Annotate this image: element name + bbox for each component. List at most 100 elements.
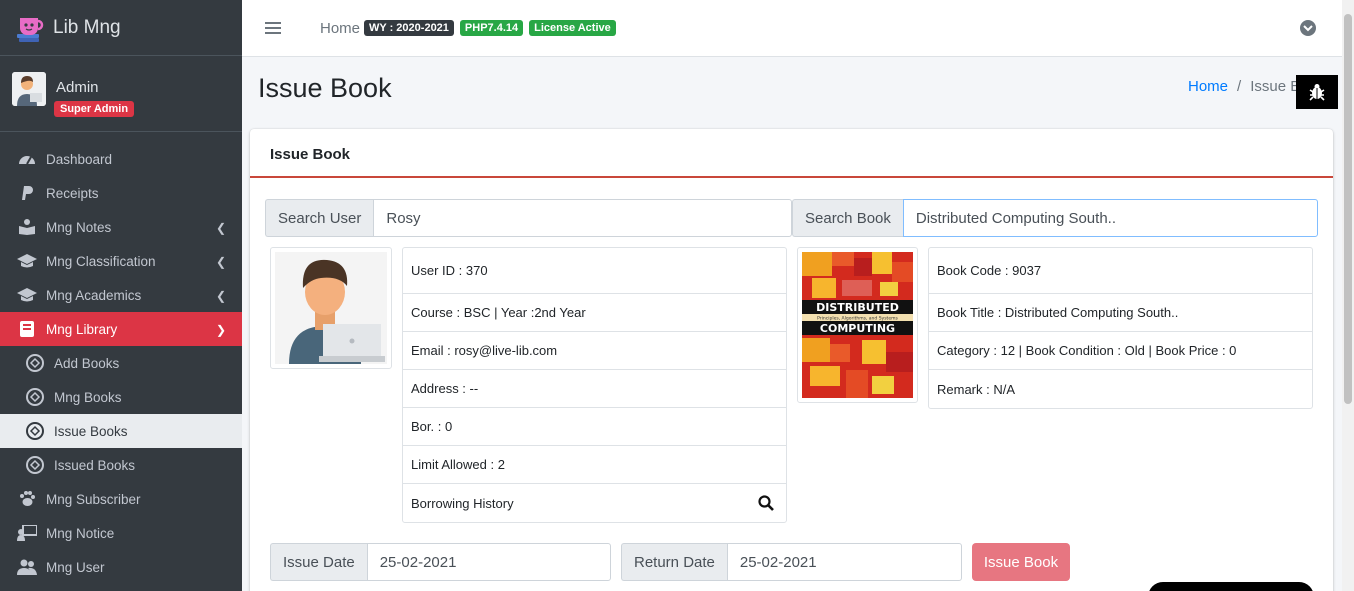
book-code-row: Book Code : 9037 (929, 248, 1312, 294)
gauge-icon (16, 150, 38, 168)
breadcrumb: Home / Issue B (1188, 78, 1300, 95)
sidebar-nav: Dashboard Receipts Mng Notes ❮ Mng Class… (0, 132, 242, 584)
return-date-group: Return Date 25-02-2021 (621, 543, 962, 581)
graduation-cap-icon (16, 252, 38, 270)
sidebar-item-label: Mng Academics (46, 287, 142, 303)
top-home-link[interactable]: Home (320, 20, 360, 37)
breadcrumb-separator: / (1237, 78, 1242, 95)
breadcrumb-home-link[interactable]: Home (1188, 78, 1228, 95)
hamburger-menu-icon[interactable] (265, 22, 281, 34)
category-row: Category : 12 | Book Condition : Old | B… (929, 332, 1312, 370)
sidebar-item-mng-notes[interactable]: Mng Notes ❮ (0, 210, 242, 244)
limit-row: Limit Allowed : 2 (403, 446, 786, 484)
search-user-label: Search User (265, 199, 374, 237)
avatar (12, 72, 46, 106)
chevron-left-icon: ❮ (215, 221, 226, 235)
sidebar-item-label: Dashboard (46, 151, 113, 167)
sidebar-item-mng-library[interactable]: Mng Library ❯ (0, 312, 242, 346)
sidebar-item-mng-notice[interactable]: Mng Notice (0, 516, 242, 550)
issue-book-button[interactable]: Issue Book (972, 543, 1070, 581)
search-book-group: Search Book Distributed Computing South.… (792, 199, 1318, 237)
borrowed-row: Bor. : 0 (403, 408, 786, 446)
circle-link-icon (24, 388, 46, 406)
floating-widget[interactable] (1148, 582, 1314, 591)
page-title: Issue Book (258, 73, 392, 103)
card-title: Issue Book (250, 129, 1333, 178)
circle-link-icon (24, 354, 46, 372)
chevron-left-icon: ❮ (215, 255, 226, 269)
sidebar-item-add-books[interactable]: Add Books (0, 346, 242, 380)
user-avatar-image (275, 252, 387, 364)
user-name: Admin (56, 79, 99, 96)
sidebar-item-label: Mng User (46, 559, 105, 575)
sidebar-item-receipts[interactable]: Receipts (0, 176, 242, 210)
brand[interactable]: Lib Mng (0, 0, 242, 56)
book-cover-subtitle: Principles, Algorithms, and Systems (817, 316, 898, 322)
sidebar-item-label: Mng Subscriber (46, 491, 141, 507)
sidebar-item-label: Issue Books (54, 423, 128, 439)
sidebar-item-label: Receipts (46, 185, 99, 201)
borrowing-history-row[interactable]: Borrowing History (403, 484, 786, 522)
search-book-input[interactable]: Distributed Computing South.. (902, 199, 1318, 237)
email-row: Email : rosy@live-lib.com (403, 332, 786, 370)
book-title-row: Book Title : Distributed Computing South… (929, 294, 1312, 332)
remark-row: Remark : N/A (937, 381, 1016, 397)
users-icon (16, 558, 38, 576)
sidebar-item-issued-books[interactable]: Issued Books (0, 448, 242, 482)
sidebar-item-label: Mng Notice (46, 525, 115, 541)
sidebar-item-dashboard[interactable]: Dashboard (0, 142, 242, 176)
sidebar-item-label: Mng Classification (46, 253, 156, 269)
course-row: Course : BSC | Year :2nd Year (403, 294, 786, 332)
license-badge: License Active (529, 20, 616, 36)
search-book-label: Search Book (792, 199, 903, 237)
graduation-cap-icon (16, 286, 38, 304)
sidebar-item-label: Issued Books (54, 457, 136, 473)
chevron-down-circle-icon[interactable] (1300, 20, 1316, 36)
user-photo (270, 247, 392, 369)
search-icon[interactable] (758, 495, 774, 514)
sidebar-item-label: Mng Books (54, 389, 122, 405)
issue-date-label: Issue Date (270, 543, 367, 581)
book-reader-icon (16, 218, 38, 236)
chalkboard-teacher-icon (16, 524, 38, 542)
sidebar-item-label: Add Books (54, 355, 120, 371)
address-row: Address : -- (403, 370, 786, 408)
bug-report-button[interactable] (1296, 75, 1338, 109)
user-details-list: User ID : 370 Course : BSC | Year :2nd Y… (402, 247, 787, 523)
paypal-icon (16, 184, 38, 202)
bug-icon (1309, 84, 1325, 101)
sidebar-item-mng-books[interactable]: Mng Books (0, 380, 242, 414)
return-date-input[interactable]: 25-02-2021 (726, 543, 962, 581)
brand-title: Lib Mng (53, 16, 121, 38)
book-cover-image: DISTRIBUTED Principles, Algorithms, and … (802, 252, 913, 398)
issue-date-input[interactable]: 25-02-2021 (366, 543, 611, 581)
brand-logo-icon (17, 17, 44, 42)
php-version-badge: PHP7.4.14 (459, 20, 524, 36)
sidebar-item-mng-subscriber[interactable]: Mng Subscriber (0, 482, 242, 516)
book-icon (16, 320, 38, 338)
user-panel[interactable]: Admin Super Admin (0, 56, 242, 132)
search-user-input[interactable]: Rosy (373, 199, 792, 237)
borrowing-history-label: Borrowing History (411, 495, 514, 511)
topbar: Home WY : 2020-2021 PHP7.4.14 License Ac… (242, 0, 1342, 57)
scrollbar-thumb[interactable] (1344, 14, 1352, 404)
chevron-down-icon: ❯ (215, 323, 226, 337)
sidebar-item-mng-user[interactable]: Mng User (0, 550, 242, 584)
search-user-group: Search User Rosy (265, 199, 792, 237)
sidebar-item-mng-classification[interactable]: Mng Classification ❮ (0, 244, 242, 278)
academic-year-badge: WY : 2020-2021 (364, 20, 454, 36)
sidebar-item-mng-academics[interactable]: Mng Academics ❮ (0, 278, 242, 312)
sidebar-item-issue-books[interactable]: Issue Books (0, 414, 242, 448)
user-id-row: User ID : 370 (403, 248, 786, 294)
sidebar: Lib Mng Admin Super Admin Dashboard Rece… (0, 0, 242, 591)
circle-link-icon (24, 422, 46, 440)
book-cover-title-1: DISTRIBUTED (816, 301, 899, 314)
sidebar-item-label: Mng Library (46, 321, 118, 337)
issue-date-group: Issue Date 25-02-2021 (270, 543, 611, 581)
paw-icon (16, 490, 38, 508)
chevron-left-icon: ❮ (215, 289, 226, 303)
book-details-list: Book Code : 9037 Book Title : Distribute… (928, 247, 1313, 409)
circle-link-icon (24, 456, 46, 474)
book-cover: DISTRIBUTED Principles, Algorithms, and … (797, 247, 918, 403)
book-cover-title-2: COMPUTING (820, 322, 895, 335)
